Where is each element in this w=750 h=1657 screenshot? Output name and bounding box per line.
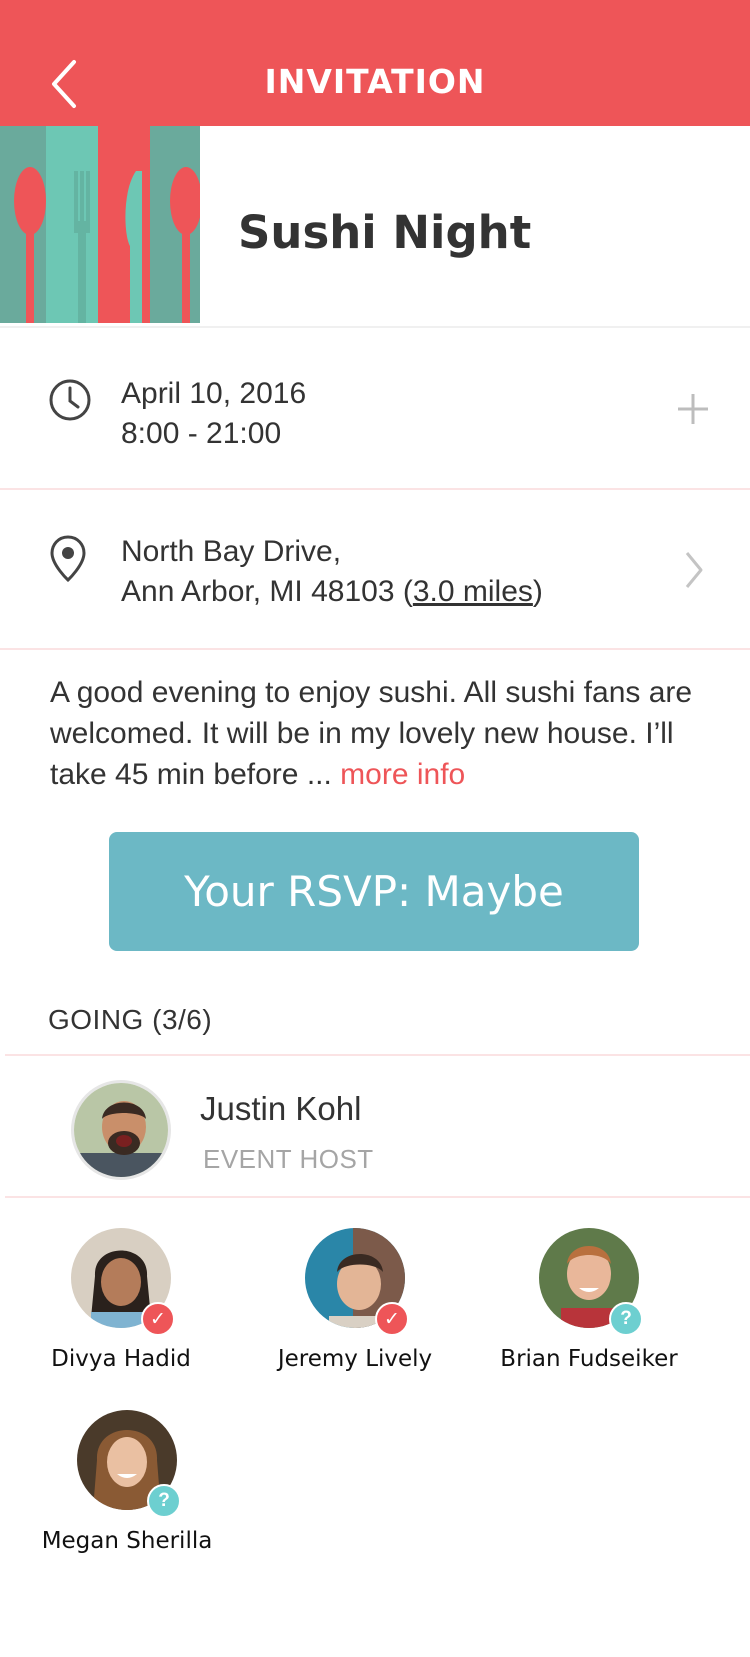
address-street: North Bay Drive, — [121, 535, 342, 568]
top-bar: INVITATION — [0, 0, 750, 126]
add-to-calendar-button[interactable] — [676, 392, 710, 426]
map-pin-icon — [48, 534, 88, 589]
cutlery-illustration — [0, 126, 200, 323]
rsvp-button[interactable]: Your RSVP: Maybe — [109, 832, 639, 951]
address-text: North Bay Drive, Ann Arbor, MI 48103 (3.… — [121, 532, 543, 612]
host-name: Justin Kohl — [200, 1090, 362, 1127]
maybe-question-icon: ? — [609, 1302, 643, 1336]
location-row[interactable]: North Bay Drive, Ann Arbor, MI 48103 (3.… — [0, 490, 750, 650]
event-time: 8:00 - 21:00 — [121, 417, 282, 450]
plus-icon — [678, 394, 708, 424]
clock-icon — [48, 378, 92, 427]
guest-name: Megan Sherilla — [41, 1528, 213, 1554]
date-row: April 10, 2016 8:00 - 21:00 — [0, 330, 750, 490]
going-check-icon: ✓ — [375, 1302, 409, 1336]
guest-item[interactable]: ? Megan Sherilla — [12, 1410, 242, 1570]
event-image — [0, 126, 200, 323]
going-check-icon: ✓ — [141, 1302, 175, 1336]
guest-item[interactable]: ✓ Divya Hadid — [6, 1228, 236, 1388]
chevron-right-icon — [685, 552, 703, 588]
date-time-text: April 10, 2016 8:00 - 21:00 — [121, 374, 306, 454]
event-description: A good evening to enjoy sushi. All sushi… — [50, 672, 710, 795]
guest-name: Divya Hadid — [51, 1346, 191, 1372]
location-details-button[interactable] — [684, 550, 704, 590]
maybe-question-icon: ? — [147, 1484, 181, 1518]
avatar — [71, 1080, 171, 1180]
guest-item[interactable]: ? Brian Fudseiker — [474, 1228, 704, 1388]
event-header: Sushi Night — [0, 126, 750, 328]
guest-name: Jeremy Lively — [277, 1346, 433, 1372]
host-role: EVENT HOST — [203, 1144, 374, 1174]
going-count-label: GOING (3/6) — [48, 1004, 213, 1035]
address-close-paren: ) — [532, 575, 543, 608]
page-title: INVITATION — [264, 62, 486, 101]
event-title: Sushi Night — [238, 206, 532, 259]
distance-link[interactable]: 3.0 miles — [413, 575, 533, 608]
event-date: April 10, 2016 — [121, 377, 307, 410]
address-city-line: Ann Arbor, MI 48103 (3.0 miles) — [121, 572, 543, 612]
guest-item[interactable]: ✓ Jeremy Lively — [240, 1228, 470, 1388]
guest-name: Brian Fudseiker — [500, 1346, 678, 1372]
address-city: Ann Arbor, MI 48103 ( — [121, 575, 413, 608]
more-info-link[interactable]: more info — [340, 758, 465, 791]
host-row[interactable]: Justin Kohl EVENT HOST — [5, 1054, 750, 1198]
